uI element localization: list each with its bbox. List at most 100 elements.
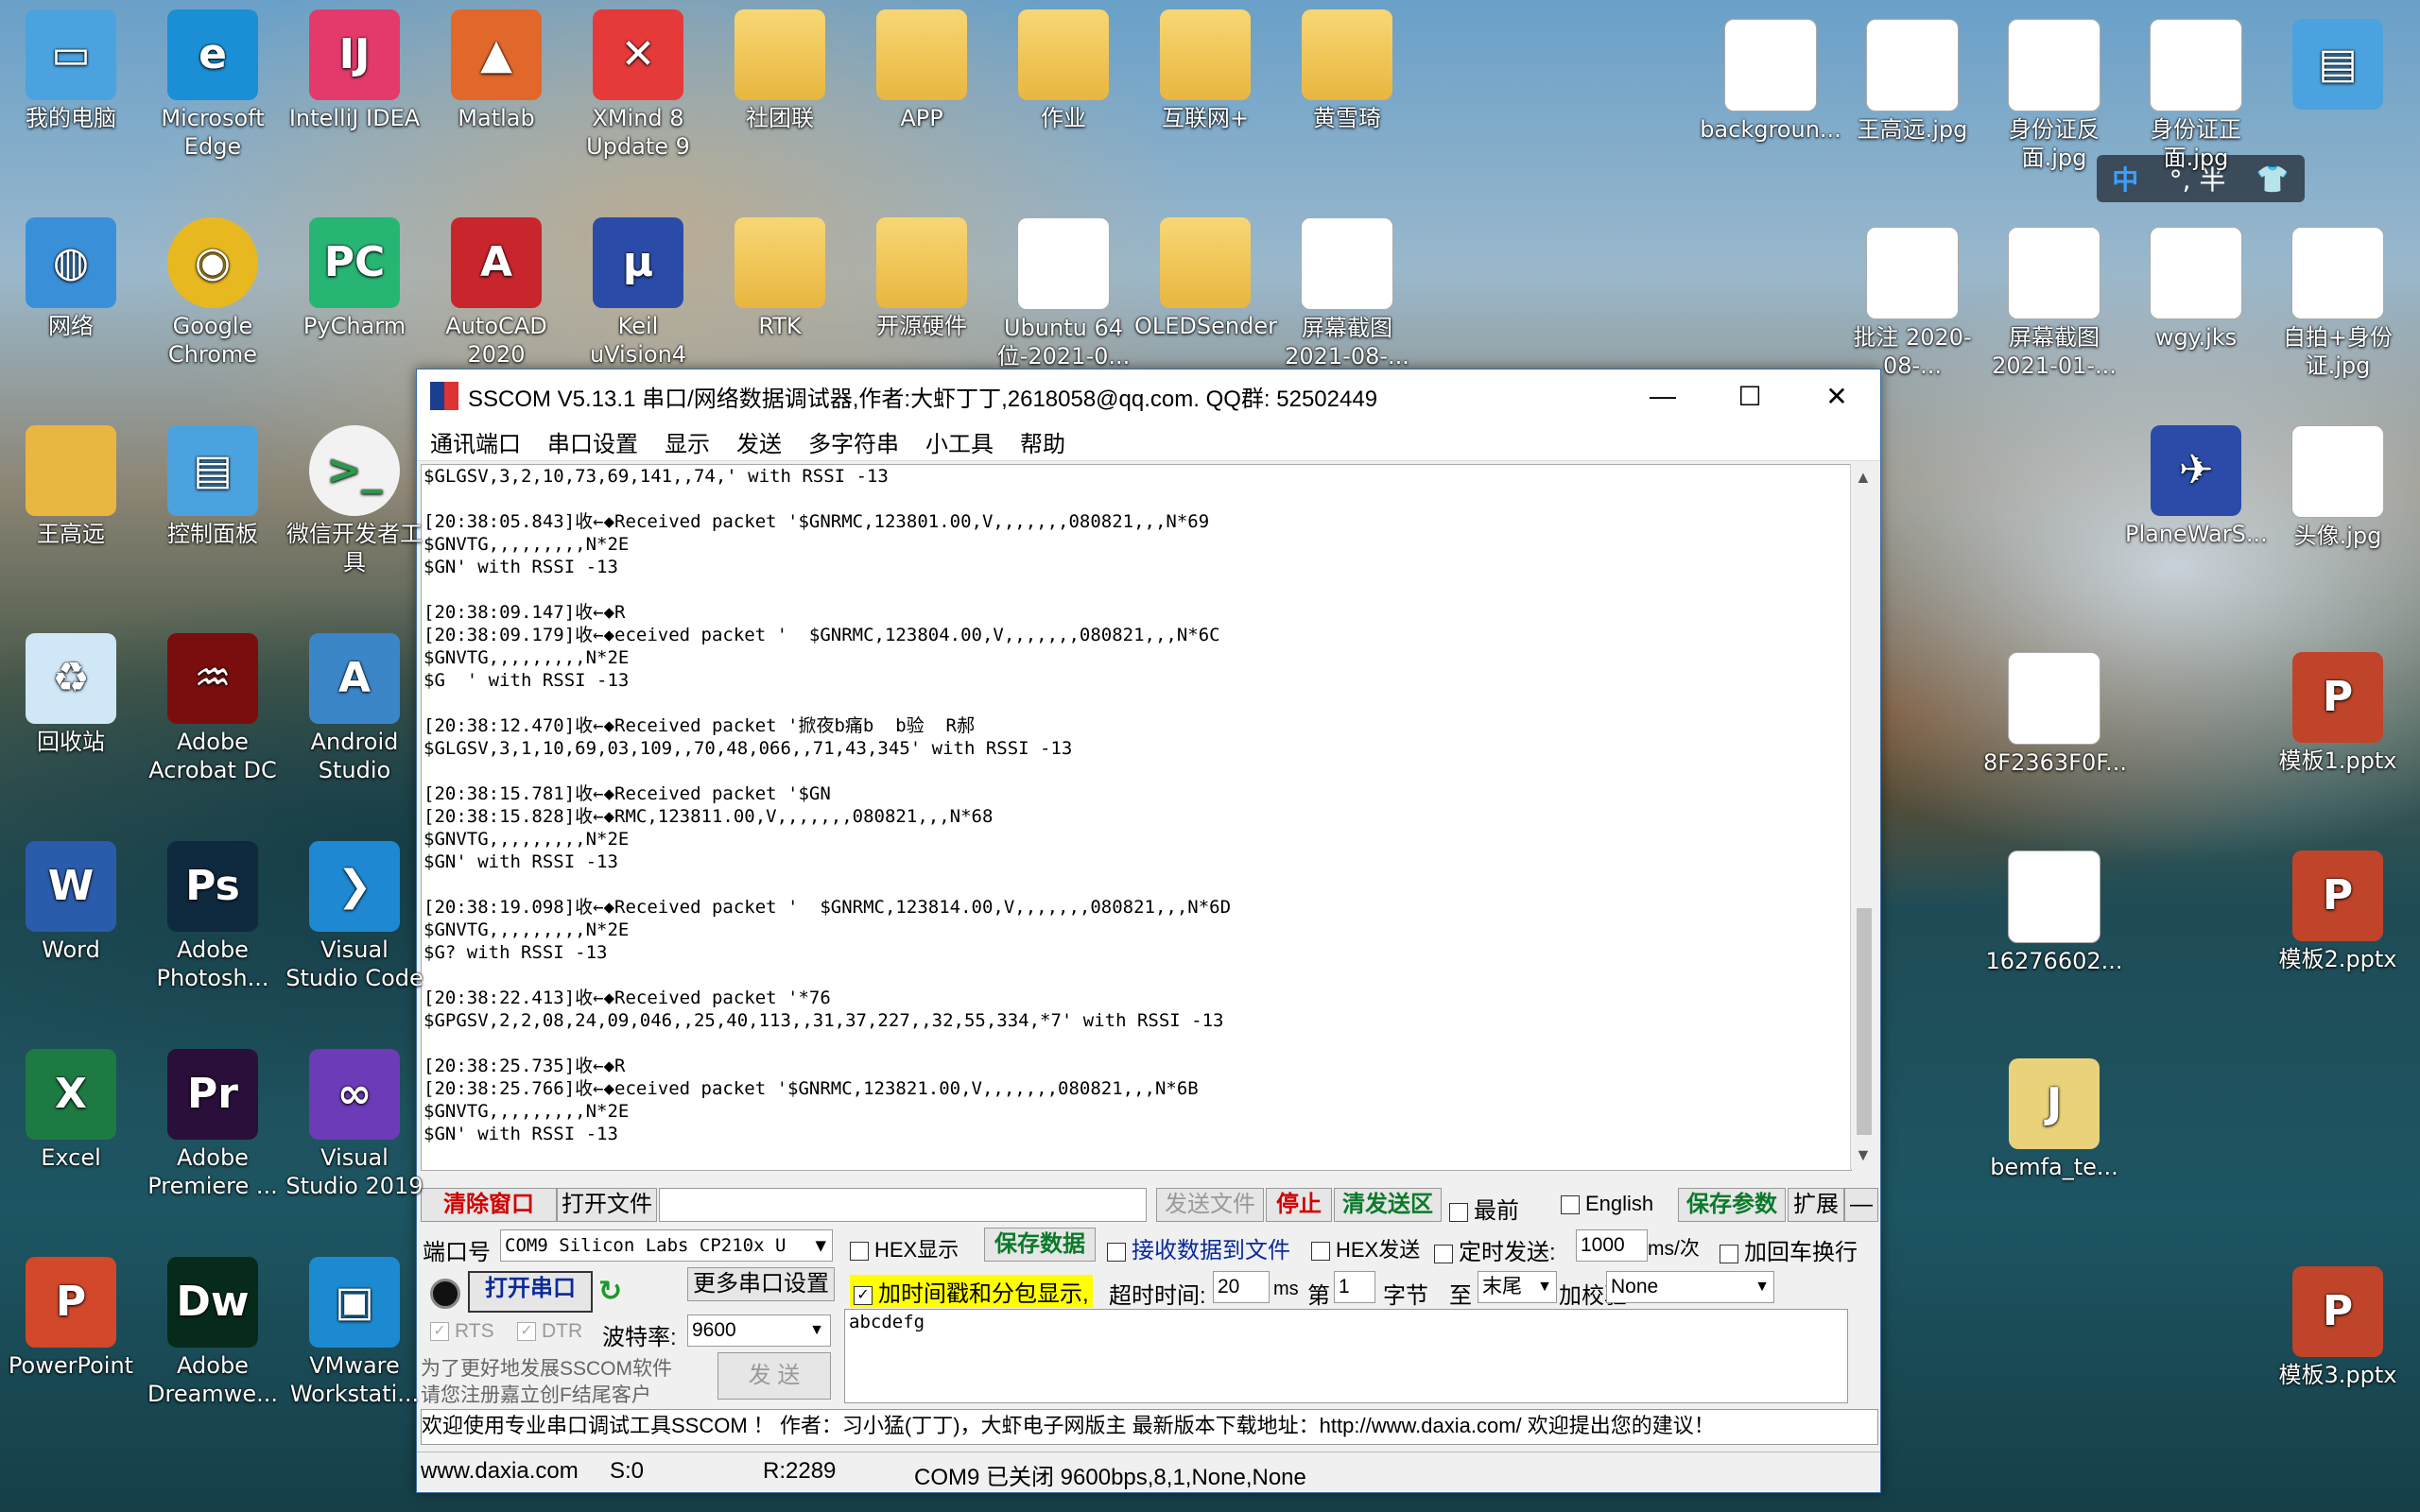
desktop-icon[interactable]: e Microsoft Edge	[142, 9, 284, 161]
checksum-select[interactable]: None ▼	[1606, 1271, 1774, 1303]
port-select[interactable]: COM9 Silicon Labs CP210x U ▼	[500, 1229, 833, 1262]
desktop-icon[interactable]: 王高远.jpg	[1841, 19, 1983, 144]
desktop-icon[interactable]: IJ IntelliJ IDEA	[284, 9, 425, 132]
desktop-icon[interactable]: ∞ Visual Studio 2019	[284, 1049, 425, 1200]
clear-send-button[interactable]: 清发送区	[1334, 1188, 1442, 1222]
menu-send[interactable]: 发送	[736, 425, 782, 458]
desktop-icon[interactable]: RTK	[709, 217, 851, 340]
baud-select[interactable]: 9600 ▼	[687, 1314, 831, 1347]
nth-input[interactable]: 1	[1334, 1271, 1375, 1303]
rts-checkbox[interactable]: ✓ RTS	[430, 1320, 494, 1343]
desktop-icon[interactable]: Pr Adobe Premiere ...	[142, 1049, 284, 1200]
status-site[interactable]: www.daxia.com	[421, 1458, 579, 1485]
crlf-checkbox[interactable]: 加回车换行	[1720, 1233, 1858, 1266]
desktop-icon[interactable]: 社团联	[709, 9, 851, 132]
scroll-thumb[interactable]	[1857, 908, 1872, 1135]
topmost-checkbox[interactable]: 最前	[1449, 1192, 1519, 1225]
menu-display[interactable]: 显示	[665, 425, 710, 458]
desktop-icon[interactable]: A Android Studio	[284, 633, 425, 784]
desktop-icon[interactable]: 王高远	[0, 425, 142, 548]
desktop-icon[interactable]: μ Keil uVision4	[567, 217, 709, 369]
receive-log[interactable]: $GLGSV,3,2,10,73,69,141,,74,' with RSSI …	[421, 464, 1852, 1171]
desktop-icon[interactable]: 作业	[993, 9, 1134, 132]
desktop-icon[interactable]: 16276602...	[1983, 850, 2125, 975]
refresh-icon[interactable]: ↻	[598, 1275, 622, 1308]
collapse-button[interactable]: —	[1844, 1188, 1878, 1222]
desktop-icon[interactable]: 8F2363F0F...	[1983, 652, 2127, 777]
desktop-icon[interactable]: 头像.jpg	[2267, 425, 2409, 550]
hex-display-checkbox[interactable]: HEX显示	[850, 1233, 959, 1263]
file-path-input[interactable]	[659, 1188, 1147, 1222]
timed-send-checkbox[interactable]: 定时发送:	[1434, 1233, 1556, 1266]
desktop-icon[interactable]: 身份证正面.jpg	[2125, 19, 2267, 172]
desktop-icon[interactable]: 屏幕截图 2021-08-...	[1276, 217, 1418, 370]
desktop-icon[interactable]: 批注 2020-08-...	[1841, 227, 1983, 380]
desktop-icon[interactable]: ✈ PlaneWarS...	[2125, 425, 2268, 548]
desktop-icon[interactable]: ◉ Google Chrome	[142, 217, 284, 369]
dtr-checkbox[interactable]: ✓ DTR	[517, 1320, 582, 1343]
menu-multi-string[interactable]: 多字符串	[808, 425, 899, 458]
desktop-icon[interactable]: ▣ VMware Workstati...	[284, 1257, 425, 1408]
desktop-icon[interactable]: backgroun...	[1700, 19, 1841, 144]
timestamp-checkbox[interactable]: ✓ 加时间戳和分包显示,	[850, 1275, 1093, 1308]
hex-send-checkbox[interactable]: HEX发送	[1311, 1233, 1420, 1263]
send-button[interactable]: 发 送	[717, 1352, 831, 1400]
desktop-icon[interactable]: Ubuntu 64 位-2021-0...	[993, 217, 1134, 370]
desktop-icon[interactable]: PC PyCharm	[284, 217, 425, 340]
desktop-icon[interactable]: ▤	[2267, 19, 2409, 142]
recv-to-file-checkbox[interactable]: 接收数据到文件	[1107, 1231, 1290, 1264]
menu-comm-port[interactable]: 通讯端口	[430, 425, 521, 458]
desktop-icon[interactable]: P 模板3.pptx	[2267, 1266, 2409, 1389]
desktop-icon[interactable]: ◍ 网络	[0, 217, 142, 340]
maximize-button[interactable]: ☐	[1706, 369, 1793, 422]
desktop-icon[interactable]: P 模板1.pptx	[2267, 652, 2409, 775]
desktop-icon[interactable]: >_ 微信开发者工具	[284, 425, 425, 576]
desktop-icon[interactable]: APP	[851, 9, 993, 132]
english-checkbox[interactable]: English	[1561, 1192, 1653, 1216]
minimize-button[interactable]: —	[1619, 369, 1706, 422]
send-textarea[interactable]: abcdefg	[844, 1309, 1848, 1403]
send-file-button[interactable]: 发送文件	[1156, 1188, 1264, 1222]
desktop-icon[interactable]: 互联网+	[1134, 9, 1276, 132]
desktop-icon[interactable]: ▲ Matlab	[425, 9, 567, 132]
end-select[interactable]: 末尾 ▼	[1478, 1271, 1557, 1303]
menu-serial-settings[interactable]: 串口设置	[547, 425, 638, 458]
save-data-button[interactable]: 保存数据	[984, 1228, 1096, 1262]
desktop-icon[interactable]: 身份证反面.jpg	[1983, 19, 2125, 172]
expand-button[interactable]: 扩展	[1788, 1188, 1844, 1222]
desktop-icon[interactable]: 开源硬件	[851, 217, 993, 340]
interval-input[interactable]: 1000	[1576, 1229, 1648, 1262]
desktop-icon[interactable]: Jbemfa_te...	[1983, 1058, 2125, 1181]
stop-button[interactable]: 停止	[1266, 1188, 1332, 1222]
scroll-down-icon[interactable]: ▼	[1855, 1145, 1872, 1165]
desktop-icon[interactable]: ♻ 回收站	[0, 633, 142, 756]
desktop-icon[interactable]: ▭ 我的电脑	[0, 9, 142, 132]
open-port-button[interactable]: 打开串口	[468, 1271, 593, 1313]
clear-window-button[interactable]: 清除窗口	[421, 1188, 557, 1222]
desktop-icon[interactable]: OLEDSender	[1134, 217, 1277, 340]
desktop-icon[interactable]: ▤ 控制面板	[142, 425, 284, 548]
menu-help[interactable]: 帮助	[1020, 425, 1065, 458]
timeout-input[interactable]: 20	[1213, 1271, 1270, 1303]
desktop-icon[interactable]: W Word	[0, 841, 142, 964]
scroll-up-icon[interactable]: ▲	[1855, 468, 1872, 488]
send-scrollbar[interactable]	[1850, 1309, 1876, 1403]
desktop-icon[interactable]: ✕ XMind 8 Update 9	[567, 9, 709, 161]
title-bar[interactable]: SSCOM V5.13.1 串口/网络数据调试器,作者:大虾丁丁,2618058…	[417, 369, 1880, 422]
desktop-icon[interactable]: A AutoCAD 2020	[425, 217, 567, 369]
menu-tools[interactable]: 小工具	[925, 425, 994, 458]
desktop-icon[interactable]: X Excel	[0, 1049, 142, 1172]
desktop-icon[interactable]: P 模板2.pptx	[2267, 850, 2409, 973]
desktop-icon[interactable]: Ps Adobe Photosh...	[142, 841, 284, 992]
desktop-icon[interactable]: 自拍+身份证.jpg	[2267, 227, 2409, 380]
save-params-button[interactable]: 保存参数	[1678, 1188, 1786, 1222]
desktop-icon[interactable]: P PowerPoint	[0, 1257, 142, 1380]
desktop-icon[interactable]: ♒ Adobe Acrobat DC	[142, 633, 284, 784]
open-file-button[interactable]: 打开文件	[557, 1188, 657, 1222]
desktop-icon[interactable]: ❯ Visual Studio Code	[284, 841, 425, 992]
desktop-icon[interactable]: Dw Adobe Dreamwe...	[142, 1257, 284, 1408]
desktop-icon[interactable]: 黄雪琦	[1276, 9, 1418, 132]
more-settings-button[interactable]: 更多串口设置	[687, 1267, 835, 1301]
log-scrollbar[interactable]: ▲ ▼	[1850, 464, 1877, 1169]
desktop-icon[interactable]: 屏幕截图 2021-01-...	[1983, 227, 2125, 380]
